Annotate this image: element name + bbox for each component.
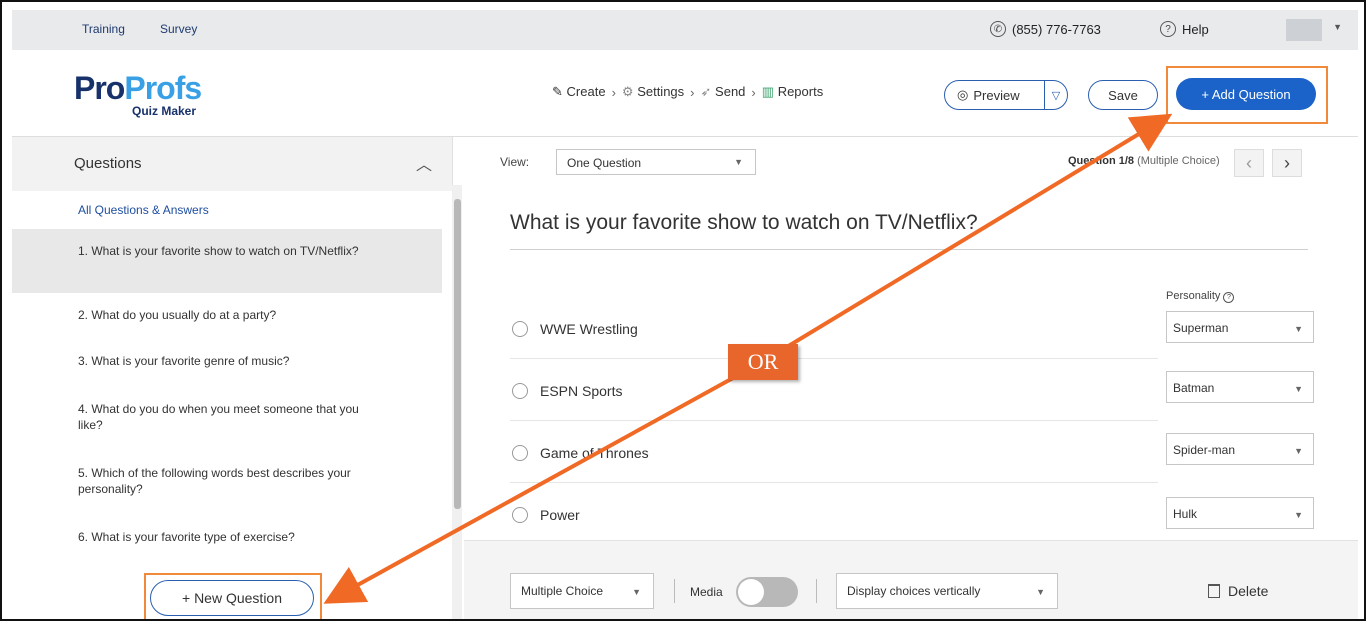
survey-link[interactable]: Survey [160,22,197,36]
step-create[interactable]: ✎ Create [552,84,606,100]
sidebar-question-item[interactable]: 6. What is your favorite type of exercis… [12,529,442,545]
workflow-steps: ✎ Create › ⚙ Settings › ➶ Send › ▥ Repor… [552,84,823,100]
app-frame: Training Survey ✆ (855) 776-7763 ? Help … [0,0,1366,621]
divider [816,579,817,603]
media-toggle[interactable] [736,577,798,607]
sidebar-question-item[interactable]: 2. What do you usually do at a party? [12,307,442,323]
all-questions-link[interactable]: All Questions & Answers [78,203,209,217]
step-settings[interactable]: ⚙ Settings [622,84,684,100]
divider [510,249,1308,250]
previous-question-button[interactable]: ‹ [1234,149,1264,177]
view-label: View: [500,155,530,169]
question-title[interactable]: What is your favorite show to watch on T… [510,211,978,235]
save-button[interactable]: Save [1088,80,1158,110]
personality-select[interactable]: Spider-man ▼ [1166,433,1314,465]
view-select[interactable]: One Question ▼ [556,149,756,175]
chevron-up-icon[interactable]: ︿ [416,151,432,175]
answer-radio[interactable] [512,383,528,399]
personality-select[interactable]: Batman ▼ [1166,371,1314,403]
or-label: OR [728,344,798,380]
question-type-value: Multiple Choice [521,584,604,598]
help-icon: ? [1160,21,1176,37]
sidebar-header[interactable]: Questions ︿ [12,137,452,191]
top-bar: Training Survey ✆ (855) 776-7763 ? Help … [12,10,1358,50]
preview-dropdown-icon[interactable]: ▽ [1044,81,1067,109]
sidebar-question-item[interactable]: 5. Which of the following words best des… [12,465,442,497]
logo-pro: Pro [74,70,125,106]
chevron-down-icon: ▼ [1294,384,1303,394]
personality-value: Spider-man [1173,443,1236,457]
sidebar-question-item[interactable]: 1. What is your favorite show to watch o… [12,229,442,293]
pencil-icon: ✎ [552,84,563,99]
view-select-value: One Question [567,156,642,170]
help-label: Help [1182,21,1209,37]
add-question-button[interactable]: + Add Question [1176,78,1316,110]
step-reports[interactable]: ▥ Reports [762,84,823,100]
training-link[interactable]: Training [82,22,125,36]
chevron-down-icon: ▼ [734,157,743,167]
display-choices-value: Display choices vertically [847,584,981,598]
trash-icon [1208,584,1220,598]
logo-profs: Profs [124,70,202,106]
logo-subtitle: Quiz Maker [132,104,197,118]
delete-button[interactable]: Delete [1208,583,1268,599]
info-icon: ? [1223,292,1235,303]
chevron-right-icon: › [611,84,616,100]
send-icon: ➶ [700,84,712,99]
chevron-down-icon: ▼ [1294,510,1303,520]
chevron-down-icon: ▼ [632,587,641,597]
divider [674,579,675,603]
sidebar-question-item[interactable]: 4. What do you do when you meet someone … [12,401,442,433]
personality-label: Personality ? [1166,290,1235,303]
chevron-down-icon: ▼ [1294,446,1303,456]
answer-text[interactable]: ESPN Sports [540,383,622,399]
chevron-right-icon: › [690,84,695,100]
step-send[interactable]: ➶ Send [701,84,746,100]
chevron-down-icon: ▼ [1294,324,1303,334]
bar-chart-icon: ▥ [761,84,775,99]
answer-row: Game of Thrones [510,421,1158,483]
media-label: Media [690,585,723,599]
question-type-select[interactable]: Multiple Choice ▼ [510,573,654,609]
personality-value: Batman [1173,381,1215,395]
proprofs-logo[interactable]: ProProfs Quiz Maker [74,70,202,118]
new-question-button[interactable]: + New Question [150,580,314,616]
eye-icon: ◎ [957,87,969,102]
chevron-down-icon[interactable]: ▼ [1333,22,1342,32]
answer-text[interactable]: Power [540,507,580,523]
personality-value: Hulk [1173,507,1198,521]
phone-contact[interactable]: ✆ (855) 776-7763 [990,21,1101,37]
display-choices-select[interactable]: Display choices vertically ▼ [836,573,1058,609]
answer-text[interactable]: Game of Thrones [540,445,649,461]
preview-label: Preview [973,87,1020,103]
personality-value: Superman [1173,321,1229,335]
app-header: ProProfs Quiz Maker ✎ Create › ⚙ Setting… [12,50,1358,137]
questions-sidebar: Questions ︿ All Questions & Answers 1. W… [12,137,462,619]
personality-select[interactable]: Hulk ▼ [1166,497,1314,529]
answer-row: WWE Wrestling [510,297,1158,359]
answer-row: ESPN Sports [510,359,1158,421]
next-question-button[interactable]: › [1272,149,1302,177]
answer-radio[interactable] [512,507,528,523]
answer-text[interactable]: WWE Wrestling [540,321,638,337]
sidebar-title: Questions [74,155,142,172]
phone-number: (855) 776-7763 [1012,21,1101,37]
help-link[interactable]: ? Help [1160,21,1209,37]
toggle-knob [738,579,764,605]
answer-radio[interactable] [512,321,528,337]
avatar[interactable] [1286,19,1322,41]
question-position: Question 1/8 (Multiple Choice) [1068,155,1220,167]
question-toolbar: Multiple Choice ▼ Media Display choices … [464,540,1358,619]
preview-button[interactable]: ◎ Preview ▽ [944,80,1068,110]
chevron-right-icon: › [751,84,756,100]
chevron-down-icon: ▼ [1036,587,1045,597]
sidebar-scroll-thumb[interactable] [454,199,461,509]
gear-icon: ⚙ [621,84,634,99]
answer-radio[interactable] [512,445,528,461]
delete-label: Delete [1228,583,1269,599]
phone-icon: ✆ [990,21,1006,37]
personality-select[interactable]: Superman ▼ [1166,311,1314,343]
sidebar-question-item[interactable]: 3. What is your favorite genre of music? [12,353,442,369]
answer-row: Power [510,483,1158,545]
